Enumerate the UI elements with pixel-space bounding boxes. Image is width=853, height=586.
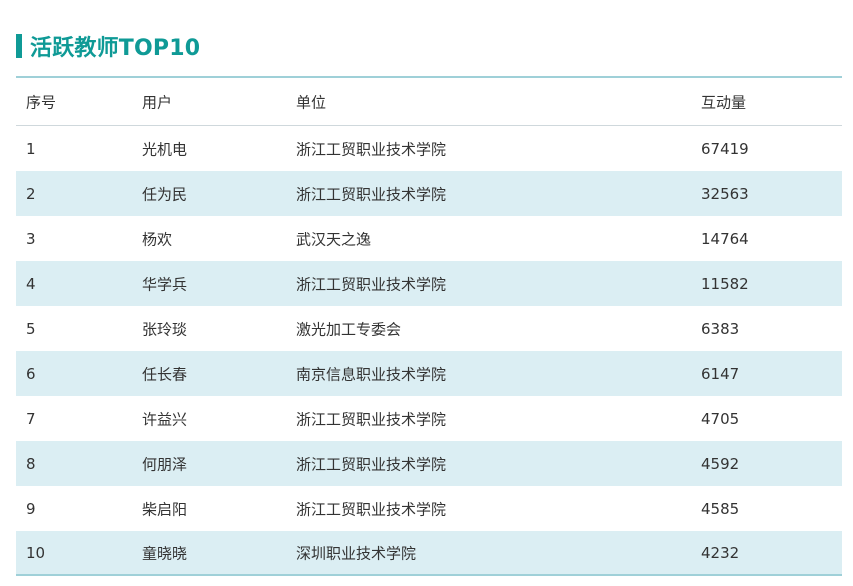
table-row: 4 华学兵 浙江工贸职业技术学院 11582	[16, 261, 842, 306]
cell-organization: 浙江工贸职业技术学院	[296, 275, 447, 293]
header-rank: 序号	[26, 93, 57, 111]
cell-user: 杨欢	[142, 230, 173, 248]
cell-rank: 10	[26, 543, 46, 562]
cell-user: 童晓晓	[142, 544, 188, 562]
header-organization: 单位	[296, 93, 327, 111]
table-row: 6 任长春 南京信息职业技术学院 6147	[16, 351, 842, 396]
cell-interactions: 4585	[701, 499, 740, 518]
cell-user: 张玲琰	[142, 320, 188, 338]
header-interactions: 互动量	[701, 93, 747, 111]
table-row: 1 光机电 浙江工贸职业技术学院 67419	[16, 126, 842, 171]
cell-interactions: 4705	[701, 409, 740, 428]
table-row: 10 童晓晓 深圳职业技术学院 4232	[16, 531, 842, 576]
cell-rank: 3	[26, 229, 36, 248]
cell-interactions: 6147	[701, 364, 740, 383]
table-row: 8 何朋泽 浙江工贸职业技术学院 4592	[16, 441, 842, 486]
cell-organization: 浙江工贸职业技术学院	[296, 500, 447, 518]
cell-user: 何朋泽	[142, 455, 188, 473]
cell-interactions: 11582	[701, 274, 749, 293]
page-title: 活跃教师TOP10	[30, 36, 201, 61]
table-header-row: 序号 用户 单位 互动量	[16, 78, 842, 126]
cell-rank: 8	[26, 454, 36, 473]
cell-user: 任为民	[142, 185, 188, 203]
cell-interactions: 67419	[701, 139, 749, 158]
cell-rank: 1	[26, 139, 36, 158]
cell-rank: 6	[26, 364, 36, 383]
cell-interactions: 14764	[701, 229, 749, 248]
cell-user: 华学兵	[142, 275, 188, 293]
table-row: 9 柴启阳 浙江工贸职业技术学院 4585	[16, 486, 842, 531]
teachers-table: 序号 用户 单位 互动量 1 光机电 浙江工贸职业技术学院 67419 2 任为…	[16, 76, 842, 576]
cell-rank: 5	[26, 319, 36, 338]
cell-user: 柴启阳	[142, 500, 188, 518]
cell-rank: 4	[26, 274, 36, 293]
cell-organization: 浙江工贸职业技术学院	[296, 185, 447, 203]
cell-rank: 2	[26, 184, 36, 203]
cell-interactions: 4592	[701, 454, 740, 473]
table-row: 3 杨欢 武汉天之逸 14764	[16, 216, 842, 261]
cell-organization: 深圳职业技术学院	[296, 544, 417, 562]
active-teachers-panel: 活跃教师TOP10 序号 用户 单位 互动量 1 光机电 浙江工贸职业技术学院 …	[0, 0, 853, 586]
panel-header: 活跃教师TOP10	[16, 32, 201, 61]
title-accent-bar	[16, 34, 22, 58]
cell-interactions: 6383	[701, 319, 740, 338]
cell-organization: 南京信息职业技术学院	[296, 365, 447, 383]
cell-organization: 浙江工贸职业技术学院	[296, 455, 447, 473]
cell-organization: 激光加工专委会	[296, 320, 402, 338]
cell-organization: 武汉天之逸	[296, 230, 372, 248]
cell-user: 光机电	[142, 140, 188, 158]
cell-organization: 浙江工贸职业技术学院	[296, 140, 447, 158]
cell-interactions: 4232	[701, 543, 740, 562]
cell-user: 任长春	[142, 365, 188, 383]
cell-organization: 浙江工贸职业技术学院	[296, 410, 447, 428]
cell-user: 许益兴	[142, 410, 188, 428]
table-row: 5 张玲琰 激光加工专委会 6383	[16, 306, 842, 351]
header-user: 用户	[142, 93, 173, 111]
cell-rank: 9	[26, 499, 36, 518]
table-row: 7 许益兴 浙江工贸职业技术学院 4705	[16, 396, 842, 441]
cell-rank: 7	[26, 409, 36, 428]
cell-interactions: 32563	[701, 184, 749, 203]
table-row: 2 任为民 浙江工贸职业技术学院 32563	[16, 171, 842, 216]
